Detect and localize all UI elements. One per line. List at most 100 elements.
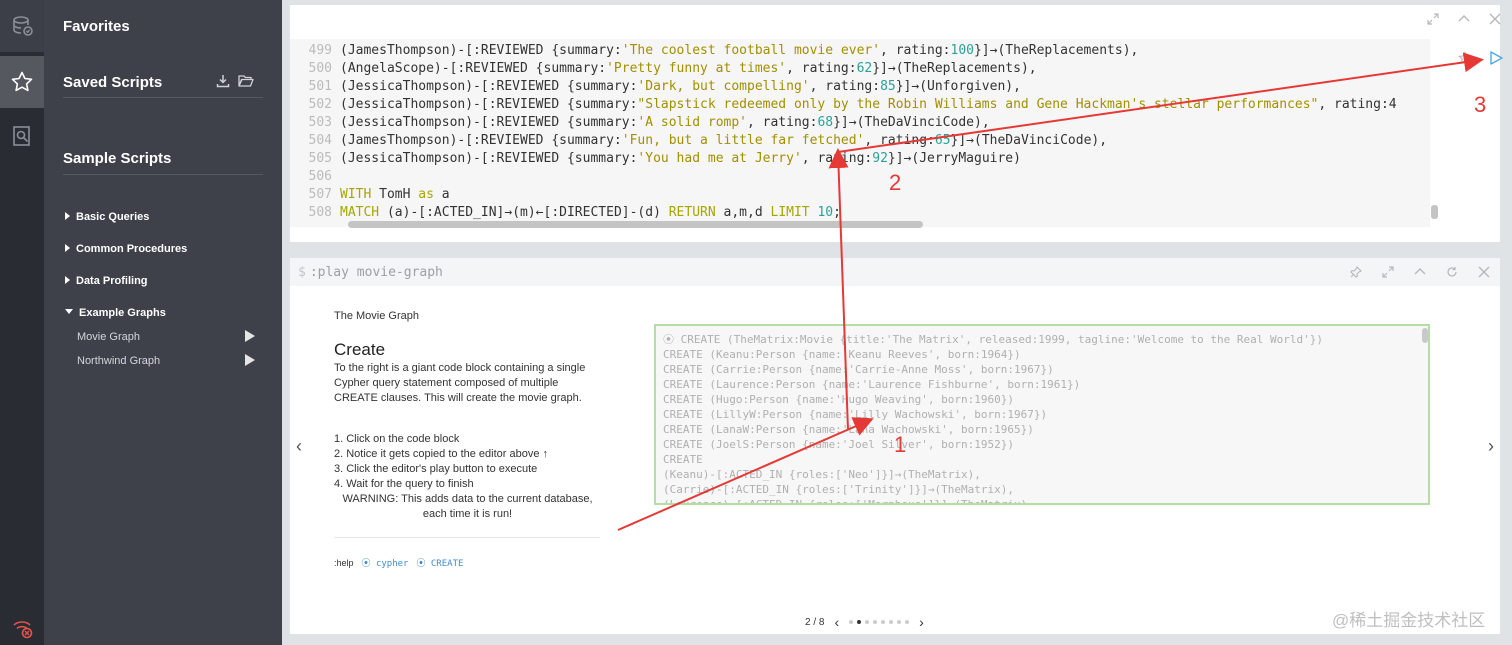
code-token: "Slapstick redeemed only by the Robin Wi… [637,97,1319,112]
create-code-block[interactable]: ⦿ CREATE (TheMatrix:Movie {title:'The Ma… [654,324,1430,505]
folder-open-icon[interactable] [238,74,254,93]
icon-rail [0,0,44,645]
code-token: (JessicaThompson)-[:REVIEWED {summary: [340,115,638,130]
code-token: LIMIT [770,205,810,220]
code-token: TomH [371,187,419,202]
sample-scripts-title: Sample Scripts [63,150,172,167]
code-line: CREATE (Carrie:Person {name:'Carrie-Anne… [663,363,1054,376]
guide-title: The Movie Graph [334,310,419,322]
code-token: 'You had me at Jerry' [637,151,802,166]
chevron-right-icon[interactable]: › [919,614,924,630]
database-icon[interactable] [0,0,44,52]
code-token: 'The coolest football movie ever' [621,43,881,58]
folder-data-profiling[interactable]: Data Profiling [65,275,148,287]
run-query-button[interactable] [1487,49,1505,67]
page-indicator: 2 / 8 [805,616,825,628]
step-item: 3. Click the editor's play button to exe… [334,463,538,475]
chevron-left-icon[interactable]: ‹ [834,614,839,630]
instruction-steps: 1. Click on the code block 2. Notice it … [334,432,548,492]
help-link-create[interactable]: ⦿ CREATE [416,556,463,569]
favorites-title: Favorites [63,18,130,35]
page-dot[interactable] [873,620,878,624]
page-dot[interactable] [881,620,886,624]
code-token: 'Fun, but a little far fetched' [621,133,865,148]
close-icon[interactable] [1468,258,1500,286]
code-token: a [433,187,450,202]
code-line: CREATE (Laurence:Person {name:'Laurence … [663,378,1081,391]
help-link-cypher[interactable]: ⦿ cypher [362,556,409,569]
play-icon[interactable] [245,330,255,342]
close-icon[interactable] [1487,11,1503,27]
caret-right-icon [65,244,70,252]
page-dot[interactable] [897,620,902,624]
page-dot[interactable] [905,620,910,624]
code-line: (Carrie)-[:ACTED_IN {roles:['Trinity']}]… [663,483,1014,496]
next-slide-arrow[interactable]: › [1488,436,1494,457]
code-line: 501 (JessicaThompson)-[:REVIEWED {summary… [290,78,1021,96]
code-token: , rating: [864,133,935,148]
code-token: }]→(TheReplacements), [872,61,1037,76]
code-token: 100 [950,43,974,58]
expand-icon[interactable] [1372,258,1404,286]
pin-icon[interactable] [1340,258,1372,286]
code-token: , rating:4 [1318,97,1397,112]
code-token: 65 [934,133,951,148]
saved-scripts-tools [216,74,254,93]
favorites-drawer: Favorites Saved Scripts Sample Scripts B… [44,0,282,645]
step-item: 4. Wait for the query to finish [334,478,474,490]
page-dot[interactable] [857,620,862,624]
divider [334,537,600,538]
rerun-icon[interactable] [1436,258,1468,286]
page-dots [849,620,910,624]
vertical-scrollbar[interactable] [1431,205,1438,219]
code-line: 502 (JessicaThompson)-[:REVIEWED {summary… [290,96,1397,114]
script-movie-graph[interactable]: Movie Graph [77,331,140,343]
code-token: RETURN [668,205,716,220]
previous-slide-arrow[interactable]: ‹ [296,436,302,457]
horizontal-scrollbar[interactable] [348,221,923,228]
line-number: 507 [308,187,332,202]
code-line: 508 MATCH (a)-[:ACTED_IN]→(m)←[:DIRECTED]… [290,204,841,222]
script-northwind-graph[interactable]: Northwind Graph [77,355,160,367]
code-token: 62 [856,61,873,76]
watermark: @稀土掘金技术社区 [1332,611,1486,630]
code-token: (JessicaThompson)-[:REVIEWED {summary: [340,97,638,112]
code-token: 'A solid romp' [637,115,747,130]
download-icon[interactable] [216,74,230,93]
vertical-scrollbar[interactable] [1422,328,1428,343]
disconnected-icon[interactable] [0,602,44,645]
chevron-up-icon[interactable] [1404,258,1436,286]
page-dot[interactable] [865,620,870,624]
code-token: , rating: [747,115,818,130]
step-item: 1. Click on the code block [334,433,460,445]
folder-basic-queries[interactable]: Basic Queries [65,211,149,223]
expand-icon[interactable] [1425,11,1441,27]
guide-slide: The Movie Graph Create To the right is a… [305,286,1470,604]
code-line: (Keanu)-[:ACTED_IN {roles:['Neo']}]→(The… [663,468,981,481]
code-token: }]→(TheReplacements), [973,43,1139,58]
code-line: CREATE (LillyW:Person {name:'Lilly Wacho… [663,408,1048,421]
folder-example-graphs[interactable]: Example Graphs [65,307,166,319]
code-token: }]→(TheDaVinciCode), [950,133,1108,148]
folder-common-procedures[interactable]: Common Procedures [65,243,187,255]
play-icon[interactable] [245,354,255,366]
page-dot[interactable] [889,620,894,624]
help-links: :help ⦿ cypher ⦿ CREATE [334,556,464,570]
code-token: (JessicaThompson)-[:REVIEWED {summary: [340,79,638,94]
code-line: ⦿ CREATE (TheMatrix:Movie {title:'The Ma… [663,333,1324,346]
page-dot[interactable] [849,620,854,624]
code-token: (JessicaThompson)-[:REVIEWED {summary: [340,151,638,166]
code-token: 'Pretty funny at times' [606,61,787,76]
code-area[interactable]: 499 (JamesThompson)-[:REVIEWED {summary:'… [290,39,1430,227]
document-search-icon[interactable] [0,110,44,162]
code-line: 504 (JamesThompson)-[:REVIEWED {summary:'… [290,132,1108,150]
divider [63,97,263,98]
star-icon[interactable] [0,56,44,108]
frame-command[interactable]: $:play movie-graph [298,265,443,280]
code-token: 'Dark, but compelling' [637,79,810,94]
code-token: ; [833,205,841,220]
favorite-star-icon[interactable] [1456,49,1474,67]
code-line: 505 (JessicaThompson)-[:REVIEWED {summary… [290,150,1021,168]
frame-header: $:play movie-graph [290,258,1500,286]
chevron-up-icon[interactable] [1456,11,1472,27]
